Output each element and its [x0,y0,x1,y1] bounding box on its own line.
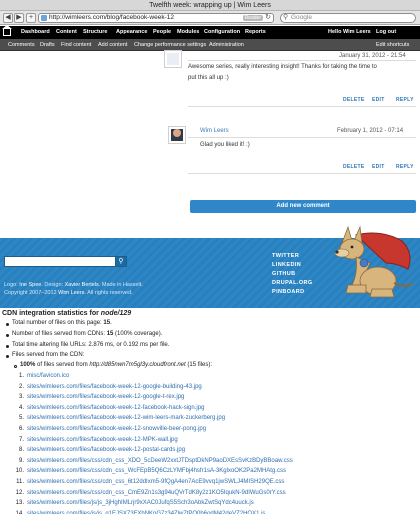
file-number: 8. [18,447,24,454]
divider [188,106,416,107]
footer-credits: Logo: Ine Spee. Design: Xavier Bertels. … [4,282,143,288]
comments-section: January 31, 2012 - 21:54 Awesome series,… [0,50,420,238]
edit-link[interactable]: EDIT [372,164,385,170]
files-served-heading: Files served from the CDN: [12,352,85,358]
footer-copyright: Copyright 2007–2012 Wim Leers. All right… [4,290,133,296]
delete-link[interactable]: DELETE [343,164,365,170]
file-number: 6. [18,426,24,432]
shortcut-comments[interactable]: Comments [8,39,35,51]
divider [188,60,416,61]
admin-toolbar: Dashboard Content Structure Appearance P… [0,25,420,39]
file-number: 10. [15,468,24,475]
mascot-logo [334,225,413,298]
cdn-file-link[interactable]: sites/wimleers.com/files/js/js_3jHghIMLr… [27,500,254,506]
site-favicon-icon [41,15,47,21]
cdn-file-link[interactable]: misc/favicon.ico [27,373,69,379]
forward-button[interactable]: ▶ [14,13,24,23]
comment-author[interactable]: Wim Leers [200,128,229,134]
admin-menu-appearance[interactable]: Appearance [116,26,148,39]
credit-logo-link[interactable]: Ine Spee [19,282,41,288]
file-number: 9. [18,457,24,464]
cdn-file-link[interactable]: sites/wimleers.com/files/css/cdn_css_XDO… [27,458,293,464]
reply-link[interactable]: REPLY [396,97,414,103]
admin-menu-content[interactable]: Content [56,26,77,39]
copyright-name-link[interactable]: Wim Leers [58,290,84,296]
comment-text-line: put this all up :) [188,75,229,81]
cdn-file-link[interactable]: sites/wimleers.com/files/css/cdn_css_WcF… [27,468,286,474]
social-link-pinboard[interactable]: PINBOARD [272,289,305,295]
file-number: 12. [15,489,24,496]
home-icon[interactable] [2,25,12,36]
add-bookmark-button[interactable]: + [26,13,36,23]
cdn-statistics: CDN integration statistics for node/129 … [0,308,420,514]
browser-toolbar: ◀ ▶ + http://wimleers.com/blog/facebook-… [0,11,420,25]
social-link-github[interactable]: GITHUB [272,271,295,277]
back-button[interactable]: ◀ [3,13,13,23]
add-comment-button[interactable]: Add new comment [190,200,416,213]
address-bar-url: http://wimleers.com/blog/facebook-week-1… [49,14,175,21]
search-placeholder: Google [291,14,312,21]
comment-date: January 31, 2012 - 21:54 [339,53,406,59]
shortcut-drafts[interactable]: Drafts [40,39,55,51]
alter-time-stat: Total time altering file URLs: 2.876 ms,… [12,342,170,348]
footer-search-button[interactable]: ⚲ [115,256,127,267]
shortcut-administration[interactable]: Administration [209,39,244,51]
cdn-file-link[interactable]: sites/wimleers.com/files/facebook-week-1… [27,394,184,400]
file-number: 13. [15,500,24,507]
edit-shortcuts-link[interactable]: Edit shortcuts [376,39,409,51]
logout-link[interactable]: Log out [376,26,396,39]
cdn-file-link[interactable]: sites/wimleers.com/files/facebook-week-1… [27,415,225,421]
file-number: 5. [18,415,24,422]
divider [188,137,416,138]
file-number: 7. [18,436,24,443]
comment-date: February 1, 2012 - 07:14 [337,128,404,134]
credit-design-link[interactable]: Xavier Bertels [65,282,99,288]
admin-menu-structure[interactable]: Structure [83,26,107,39]
user-greeting[interactable]: Hello Wim Leers [328,26,371,39]
file-number: 3. [18,394,24,401]
cdn-stats-title: CDN integration statistics for node/129 [2,310,132,317]
avatar [168,126,186,144]
social-link-drupal[interactable]: DRUPAL.ORG [272,280,313,286]
comment-text-line: Glad you liked it! :) [200,142,250,148]
social-link-twitter[interactable]: TWITTER [272,253,299,259]
avatar [164,50,182,68]
shortcut-find-content[interactable]: Find content [61,39,91,51]
file-number: 1. [18,373,24,379]
reload-icon[interactable]: ↻ [265,14,271,22]
admin-menu-modules[interactable]: Modules [177,26,199,39]
admin-menu-reports[interactable]: Reports [245,26,266,39]
edit-link[interactable]: EDIT [372,97,385,103]
reply-link[interactable]: REPLY [396,164,414,170]
cdn-file-link[interactable]: sites/wimleers.com/files/facebook-week-1… [27,426,206,432]
footer-search-input[interactable] [4,256,116,267]
cdn-file-link[interactable]: sites/wimleers.com/files/facebook-week-1… [27,405,204,411]
admin-menu-dashboard[interactable]: Dashboard [21,26,50,39]
cdn-file-link[interactable]: sites/wimleers.com/files/css/cdn_css_6t1… [27,479,284,485]
delete-link[interactable]: DELETE [343,97,365,103]
admin-menu-configuration[interactable]: Configuration [204,26,240,39]
address-bar[interactable]: http://wimleers.com/blog/facebook-week-1… [38,13,274,23]
cdn-file-link[interactable]: sites/wimleers.com/files/facebook-week-1… [27,447,185,453]
social-link-linkedin[interactable]: LINKEDIN [272,262,301,268]
shortcut-add-content[interactable]: Add content [98,39,127,51]
cdn-file-link[interactable]: sites/wimleers.com/files/facebook-week-1… [27,384,202,390]
total-files-stat: Total number of files on this page: 15. [12,320,112,326]
file-number: 2. [18,383,24,390]
shortcut-bar: Comments Drafts Find content Add content… [0,39,420,51]
served-files-stat: Number of files served from CDNs: 15 (10… [12,331,163,337]
cdn-file-link[interactable]: sites/wimleers.com/files/css/cdn_css_CmE… [27,490,286,496]
file-number: 11. [16,479,24,485]
search-icon: ⚲ [283,14,289,21]
window-title: Twelfth week: wrapping up | Wim Leers [0,0,420,11]
reader-button[interactable]: Reader [242,15,263,21]
file-number: 4. [18,404,24,411]
comment-text-line: Awesome series, really interesting insig… [188,64,377,70]
admin-menu-people[interactable]: People [153,26,171,39]
cdn-file-link[interactable]: sites/wimleers.com/files/facebook-week-1… [27,437,178,443]
divider [188,173,416,174]
cdn-host-summary: 100% of files served from http://d85nwn7… [20,362,213,368]
browser-search-input[interactable]: ⚲ Google [280,13,416,23]
